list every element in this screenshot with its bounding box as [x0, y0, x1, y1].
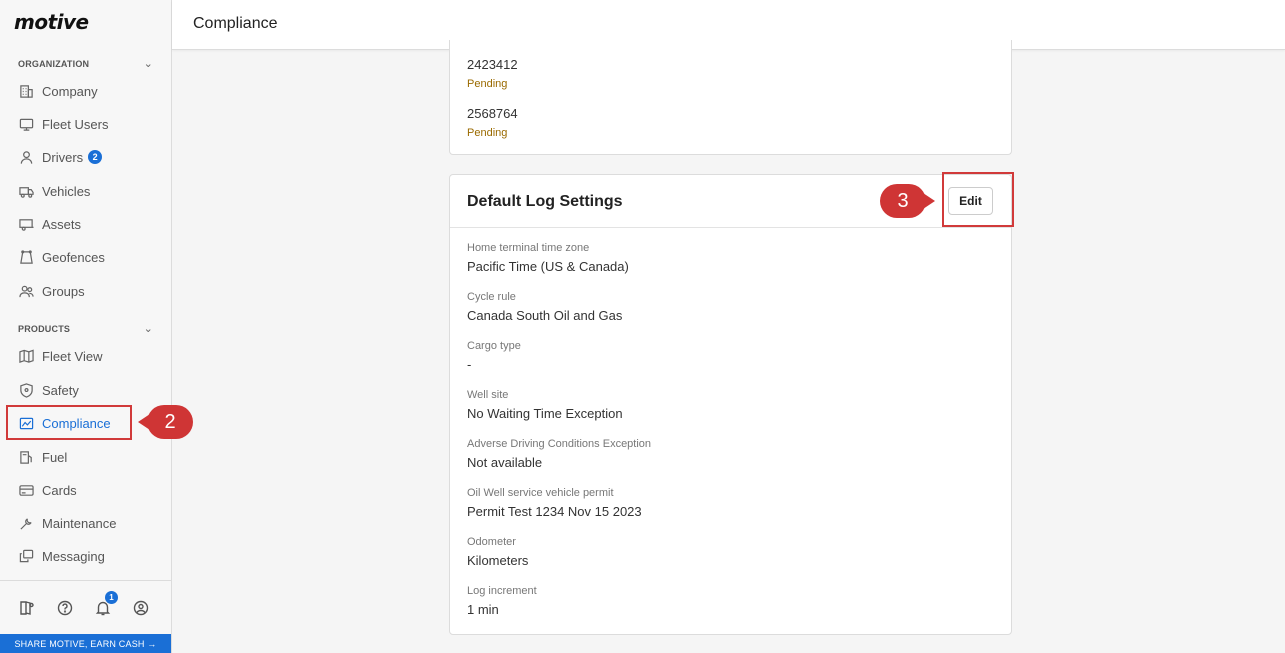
- field-label: Odometer: [467, 536, 516, 548]
- trailer-icon: [18, 216, 34, 232]
- sidebar-item-cards[interactable]: Cards: [18, 479, 158, 501]
- sidebar-item-label: Drivers: [42, 149, 84, 165]
- person-icon: [18, 149, 34, 165]
- notification-badge: 1: [105, 590, 118, 604]
- settings-field: Cycle rule Canada South Oil and Gas: [467, 291, 622, 323]
- building-icon: [18, 83, 34, 99]
- monitor-icon: [18, 116, 34, 132]
- settings-field: Adverse Driving Conditions Exception Not…: [467, 438, 651, 470]
- bell-icon[interactable]: 1: [94, 590, 118, 617]
- share-motive-banner[interactable]: SHARE MOTIVE, EARN CASH →: [0, 634, 171, 653]
- field-label: Well site: [467, 389, 509, 401]
- step-2-callout: 2: [138, 405, 193, 439]
- field-label: Cycle rule: [467, 291, 516, 303]
- fuel-icon: [18, 449, 34, 465]
- sidebar-item-maintenance[interactable]: Maintenance: [18, 512, 158, 534]
- settings-field: Well site No Waiting Time Exception: [467, 389, 623, 421]
- sidebar-item-messaging[interactable]: Messaging: [18, 545, 158, 567]
- field-value: Kilometers: [467, 553, 529, 568]
- geofence-icon: [18, 249, 34, 265]
- settings-field: Home terminal time zone Pacific Time (US…: [467, 242, 629, 274]
- sidebar-item-fuel[interactable]: Fuel: [18, 446, 158, 468]
- sidebar-item-safety[interactable]: Safety: [18, 379, 158, 401]
- sidebar-item-drivers[interactable]: Drivers 2: [18, 146, 158, 168]
- organization-label: ORGANIZATION: [18, 59, 90, 69]
- field-label: Adverse Driving Conditions Exception: [467, 438, 652, 450]
- field-value: Pacific Time (US & Canada): [467, 259, 629, 274]
- sidebar-item-label: Fleet View: [42, 348, 103, 364]
- sidebar-item-label: Geofences: [42, 249, 105, 265]
- sidebar-item-label: Fleet Users: [42, 116, 109, 132]
- sidebar-item-label: Groups: [42, 283, 85, 299]
- wrench-icon: [18, 515, 34, 531]
- page-title: Compliance: [193, 15, 278, 32]
- settings-field: Odometer Kilometers: [467, 536, 528, 568]
- field-value: -: [467, 357, 472, 372]
- default-log-settings-card: Default Log Settings Edit Home terminal …: [449, 174, 1012, 635]
- sidebar-item-geofences[interactable]: Geofences: [18, 246, 158, 268]
- sidebar-item-fleet-view[interactable]: Fleet View: [18, 345, 158, 367]
- card-icon: [18, 482, 34, 498]
- edit-highlight-box: [942, 172, 1014, 227]
- field-value: Permit Test 1234 Nov 15 2023: [467, 504, 642, 519]
- sidebar-item-label: Company: [42, 83, 98, 99]
- sidebar-item-label: Safety: [42, 382, 79, 398]
- message-icon: [18, 548, 34, 564]
- sidebar-item-groups[interactable]: Groups: [18, 280, 158, 302]
- products-label: PRODUCTS: [18, 324, 71, 334]
- sidebar-item-label: Maintenance: [42, 515, 117, 531]
- field-label: Log increment: [467, 585, 537, 597]
- map-icon: [18, 348, 34, 364]
- organization-section-header[interactable]: ORGANIZATION ⌄: [18, 57, 153, 70]
- help-icon[interactable]: [56, 599, 74, 617]
- sidebar-item-label: Cards: [42, 482, 77, 498]
- shield-icon: [18, 382, 34, 398]
- settings-field: Oil Well service vehicle permit Permit T…: [467, 487, 642, 519]
- sidebar-item-company[interactable]: Company: [18, 80, 158, 102]
- handbook-icon[interactable]: [18, 599, 36, 617]
- card-title: Default Log Settings: [467, 193, 623, 210]
- sidebar-item-vehicles[interactable]: Vehicles: [18, 180, 158, 202]
- permit-id: 2423412: [467, 57, 518, 72]
- field-label: Cargo type: [467, 340, 521, 352]
- sidebar: motive ORGANIZATION ⌄ Company Fleet User…: [0, 0, 193, 653]
- sidebar-item-label: Vehicles: [42, 183, 91, 199]
- field-label: Oil Well service vehicle permit: [467, 487, 614, 499]
- permit-status: Pending: [467, 127, 508, 139]
- permits-card: 2423412 Pending 2568764 Pending: [449, 40, 1012, 155]
- field-label: Home terminal time zone: [467, 242, 590, 254]
- products-section-header[interactable]: PRODUCTS ⌄: [18, 322, 153, 335]
- motive-logo[interactable]: motive: [14, 10, 89, 34]
- chevron-down-icon[interactable]: ⌄: [144, 322, 153, 335]
- truck-icon: [18, 183, 34, 199]
- sidebar-item-assets[interactable]: Assets: [18, 213, 158, 235]
- list-item: 2568764 Pending: [467, 106, 518, 139]
- field-value: 1 min: [467, 602, 499, 617]
- sidebar-item-label: Assets: [42, 216, 82, 232]
- permit-status: Pending: [467, 78, 508, 90]
- field-value: Not available: [467, 455, 543, 470]
- group-icon: [18, 283, 34, 299]
- compliance-highlight-box: [6, 405, 132, 440]
- sidebar-footer-icons: 1: [0, 580, 171, 634]
- step-3-callout: 3: [880, 184, 935, 218]
- sidebar-item-label: Messaging: [42, 548, 105, 564]
- account-icon[interactable]: [132, 599, 150, 617]
- field-value: No Waiting Time Exception: [467, 406, 623, 421]
- chevron-down-icon[interactable]: ⌄: [144, 57, 153, 70]
- list-item: 2423412 Pending: [467, 57, 518, 90]
- sidebar-item-label: Fuel: [42, 449, 68, 465]
- sidebar-item-fleet-users[interactable]: Fleet Users: [18, 113, 158, 135]
- permit-id: 2568764: [467, 106, 518, 121]
- settings-field: Log increment 1 min: [467, 585, 537, 617]
- field-value: Canada South Oil and Gas: [467, 308, 623, 323]
- settings-field: Cargo type -: [467, 340, 521, 372]
- drivers-count-badge: 2: [88, 150, 103, 164]
